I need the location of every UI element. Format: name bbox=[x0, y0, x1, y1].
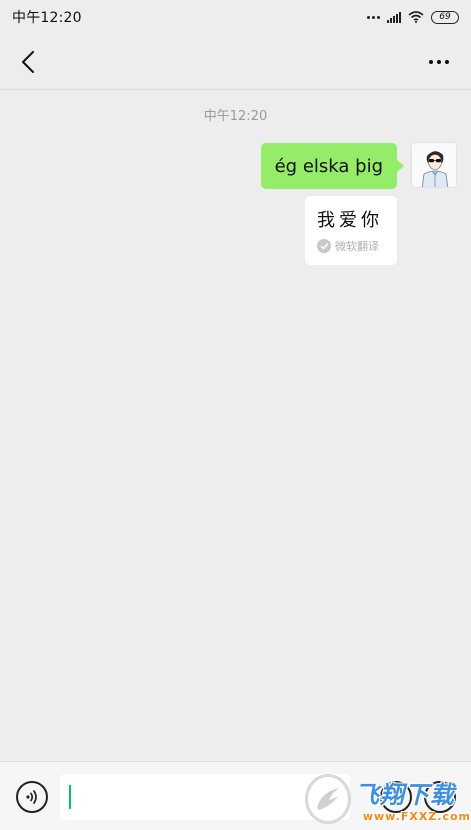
chat-area[interactable]: 中午12:20 ég elska þig 我爱你 微软翻译 bbox=[0, 91, 471, 761]
status-bar: 中午12:20 69 bbox=[0, 0, 471, 34]
user-avatar-image bbox=[412, 143, 456, 187]
voice-icon bbox=[26, 790, 37, 804]
translation-text: 我爱你 bbox=[317, 210, 383, 231]
status-time: 中午12:20 bbox=[12, 10, 82, 26]
more-horizontal-icon bbox=[429, 60, 433, 64]
watermark-logo-icon bbox=[305, 774, 351, 824]
watermark: 飞翔下载 www.FXXZ.com bbox=[305, 768, 471, 830]
watermark-text: 飞翔下载 www.FXXZ.com bbox=[355, 775, 471, 823]
more-dots-icon bbox=[367, 15, 380, 19]
check-circle-icon bbox=[317, 239, 331, 253]
message-timestamp: 中午12:20 bbox=[203, 109, 268, 124]
avatar[interactable] bbox=[411, 142, 457, 188]
status-icons: 69 bbox=[367, 10, 459, 24]
translation-card[interactable]: 我爱你 微软翻译 bbox=[305, 196, 397, 265]
translation-source-label: 微软翻译 bbox=[335, 240, 379, 253]
wifi-icon bbox=[408, 11, 424, 23]
back-button[interactable] bbox=[14, 48, 42, 76]
sent-message-bubble[interactable]: ég elska þig bbox=[260, 143, 405, 189]
signal-icon bbox=[387, 11, 401, 23]
voice-button[interactable] bbox=[16, 781, 48, 813]
nav-bar bbox=[0, 34, 471, 90]
chevron-left-icon bbox=[22, 51, 34, 73]
watermark-title: 飞翔下载 bbox=[354, 781, 455, 809]
watermark-url: www.FXXZ.com bbox=[362, 810, 471, 823]
battery-indicator: 69 bbox=[431, 10, 459, 24]
more-options-button[interactable] bbox=[425, 52, 453, 72]
translation-source: 微软翻译 bbox=[317, 238, 387, 254]
message-text: ég elska þig bbox=[274, 155, 383, 177]
text-cursor bbox=[69, 785, 71, 809]
